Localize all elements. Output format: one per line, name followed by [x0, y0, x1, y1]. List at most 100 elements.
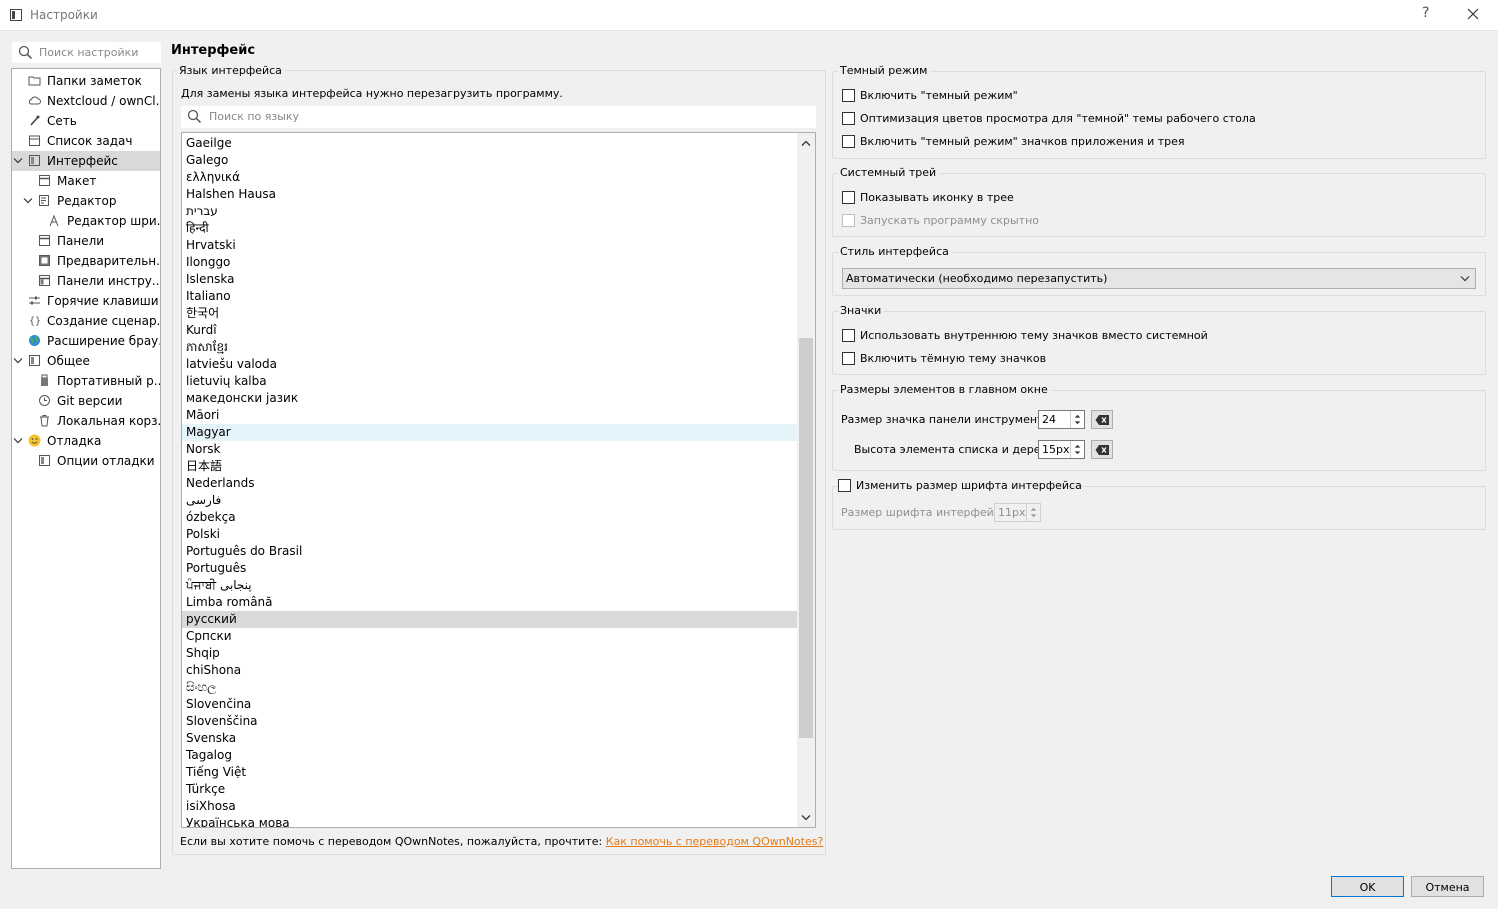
chevron-down-icon[interactable] — [13, 357, 23, 365]
reset-tree-item-height-button[interactable] — [1091, 440, 1113, 459]
translation-help-link[interactable]: Как помочь с переводом QOwnNotes? — [606, 835, 824, 848]
tree-item-panels[interactable]: Панели — [12, 231, 160, 251]
language-item[interactable]: Svenska — [182, 730, 797, 747]
tree-item-local-trash[interactable]: Локальная корз... — [12, 411, 160, 431]
chevron-down-icon[interactable] — [13, 437, 23, 445]
checkbox-box[interactable] — [842, 352, 855, 365]
language-list-scrollbar[interactable] — [797, 133, 815, 827]
tree-item-preview[interactable]: Предварительн... — [12, 251, 160, 271]
language-item[interactable]: Српски — [182, 628, 797, 645]
chevron-down-icon[interactable] — [23, 197, 33, 205]
font-size-spinbox[interactable]: 11px — [994, 503, 1041, 522]
tree-item-debug-options[interactable]: Опции отладки — [12, 451, 160, 471]
language-item[interactable]: Slovenčina — [182, 696, 797, 713]
scroll-down-icon[interactable] — [801, 814, 811, 822]
checkbox-box[interactable] — [842, 135, 855, 148]
toolbar-icon-size-spinbox[interactable]: 24 — [1038, 410, 1085, 429]
language-item[interactable]: Português — [182, 560, 797, 577]
chevron-down-icon[interactable] — [13, 157, 23, 165]
language-item[interactable]: 日本語 — [182, 458, 797, 475]
icons-group — [832, 311, 1486, 375]
checkbox-box[interactable] — [842, 112, 855, 125]
language-item[interactable]: Islenska — [182, 271, 797, 288]
language-item[interactable]: සිංහල — [182, 679, 797, 696]
language-item[interactable]: chiShona — [182, 662, 797, 679]
language-item[interactable]: lietuvių kalba — [182, 373, 797, 390]
tree-item-height-spinbox[interactable]: 15px — [1038, 440, 1085, 459]
language-item[interactable]: Māori — [182, 407, 797, 424]
font-size-override-checkbox[interactable]: Изменить размер шрифта интерфейса — [838, 478, 1082, 494]
tree-item-toolbars[interactable]: Панели инстру... — [12, 271, 160, 291]
ok-button[interactable]: OK — [1331, 876, 1404, 897]
language-item[interactable]: עברית — [182, 203, 797, 220]
checkbox-box[interactable] — [842, 214, 855, 227]
tree-item-note-folders[interactable]: Папки заметок — [12, 71, 160, 91]
settings-tree[interactable]: Папки заметок Nextcloud / ownCl... Сеть … — [11, 68, 161, 869]
language-item[interactable]: ភាសាខ្មែរ — [182, 339, 797, 356]
language-item[interactable]: Nederlands — [182, 475, 797, 492]
spin-arrows-icon[interactable] — [1026, 504, 1040, 521]
checkbox-box[interactable] — [842, 191, 855, 204]
tree-item-general[interactable]: Общее — [12, 351, 160, 371]
settings-search-input[interactable] — [39, 43, 159, 62]
language-item[interactable]: 한국어 — [182, 305, 797, 322]
language-item[interactable]: فارسی — [182, 492, 797, 509]
language-item[interactable]: ελληνικά — [182, 169, 797, 186]
language-item[interactable]: Magyar — [182, 424, 797, 441]
language-list[interactable]: Gaeilge Galego ελληνικά Halshen Hausa עברית ह… — [181, 132, 816, 828]
tree-item-todo[interactable]: Список задач — [12, 131, 160, 151]
tree-item-editor-fonts[interactable]: Редактор шри... — [12, 211, 160, 231]
tree-item-layout[interactable]: Макет — [12, 171, 160, 191]
language-item[interactable]: Português do Brasil — [182, 543, 797, 560]
language-item[interactable]: Slovenščina — [182, 713, 797, 730]
checkbox-box[interactable] — [842, 329, 855, 342]
spin-arrows-icon[interactable] — [1070, 411, 1084, 428]
settings-search[interactable] — [12, 42, 161, 63]
language-search[interactable] — [181, 106, 816, 128]
language-item[interactable]: Tiếng Việt — [182, 764, 797, 781]
tree-item-shortcuts[interactable]: Горячие клавиши — [12, 291, 160, 311]
tree-item-browser-extension[interactable]: Расширение брау... — [12, 331, 160, 351]
language-item[interactable]: Kurdî — [182, 322, 797, 339]
language-item[interactable]: ózbekça — [182, 509, 797, 526]
tree-item-network[interactable]: Сеть — [12, 111, 160, 131]
language-item[interactable]: Shqip — [182, 645, 797, 662]
tree-item-debug[interactable]: Отладка — [12, 431, 160, 451]
language-item[interactable]: Italiano — [182, 288, 797, 305]
spin-arrows-icon[interactable] — [1070, 441, 1084, 458]
language-item[interactable]: македонски јазик — [182, 390, 797, 407]
language-item[interactable]: Galego — [182, 152, 797, 169]
tree-item-git[interactable]: Git версии — [12, 391, 160, 411]
close-icon[interactable] — [1465, 6, 1481, 22]
tree-item-interface[interactable]: Интерфейс — [12, 151, 160, 171]
language-item[interactable]: हिन्दी — [182, 220, 797, 237]
reset-toolbar-icon-size-button[interactable] — [1091, 410, 1113, 429]
interface-style-select[interactable]: Автоматически (необходимо перезапустить) — [842, 268, 1476, 289]
language-item[interactable]: latviešu valoda — [182, 356, 797, 373]
help-button[interactable]: ? — [1422, 5, 1429, 21]
language-item[interactable]: Українська мова — [182, 815, 797, 827]
tree-item-portable[interactable]: Портативный р... — [12, 371, 160, 391]
cancel-button[interactable]: Отмена — [1411, 876, 1484, 897]
language-item[interactable]: Hrvatski — [182, 237, 797, 254]
tree-item-nextcloud[interactable]: Nextcloud / ownCl... — [12, 91, 160, 111]
calendar-icon — [29, 135, 40, 146]
checkbox-box[interactable] — [842, 89, 855, 102]
tree-item-scripting[interactable]: {} Создание сценар... — [12, 311, 160, 331]
language-item[interactable]: Limba română — [182, 594, 797, 611]
language-item[interactable]: Ilonggo — [182, 254, 797, 271]
language-item[interactable]: isiXhosa — [182, 798, 797, 815]
language-item[interactable]: Gaeilge — [182, 135, 797, 152]
checkbox-box[interactable] — [838, 479, 851, 492]
language-item[interactable]: Halshen Hausa — [182, 186, 797, 203]
language-item[interactable]: русский — [182, 611, 797, 628]
language-item[interactable]: Norsk — [182, 441, 797, 458]
language-item[interactable]: Tagalog — [182, 747, 797, 764]
language-search-input[interactable] — [209, 107, 799, 126]
scroll-up-icon[interactable] — [801, 139, 811, 147]
scroll-thumb[interactable] — [799, 338, 813, 738]
language-item[interactable]: ਪੰਜਾਬੀ پنجابی — [182, 577, 797, 594]
language-item[interactable]: Polski — [182, 526, 797, 543]
language-item[interactable]: Türkçe — [182, 781, 797, 798]
tree-item-editor[interactable]: Редактор — [12, 191, 160, 211]
